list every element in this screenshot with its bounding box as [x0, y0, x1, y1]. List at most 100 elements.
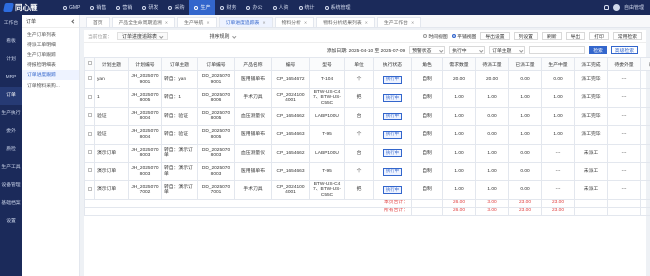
row-select-cell[interactable]	[84, 180, 95, 200]
search-input[interactable]	[529, 46, 586, 54]
column-header[interactable]: 计划编号	[128, 57, 162, 71]
subnav-item-5[interactable]: 订单物料采购...	[22, 80, 79, 90]
checkbox-icon[interactable]	[87, 76, 92, 81]
subnav-item-0[interactable]: 生产订单列表	[22, 29, 79, 39]
table-row[interactable]: 演示订单 JH_2025070 7002 转自：演示订 单 DD_2025070 70…	[84, 180, 650, 200]
checkbox-icon[interactable]	[87, 186, 92, 191]
column-header[interactable]: 已委外量	[640, 57, 650, 71]
column-header[interactable]: 执行状态	[373, 57, 412, 71]
checkbox-icon[interactable]	[87, 113, 92, 118]
search-button[interactable]: 检索	[589, 46, 607, 54]
close-icon[interactable]: ✕	[411, 20, 414, 25]
sidebar-item-10[interactable]: 基础档案	[0, 195, 22, 213]
close-icon[interactable]: ✕	[206, 20, 209, 25]
sidebar-item-11[interactable]: 设置	[0, 213, 22, 231]
table-row[interactable]: 验证 JH_2025070 8004 转自：验证 DD_2025070 8005 血压测…	[84, 106, 650, 127]
column-header[interactable]: 型号	[309, 57, 345, 71]
column-header[interactable]: 编号	[271, 57, 310, 71]
column-header[interactable]: 订单编号	[197, 57, 235, 71]
tab-2[interactable]: 生产导航 ✕	[177, 17, 217, 27]
column-header[interactable]: 订单主题	[161, 57, 198, 71]
nav-item-9[interactable]: 统计	[294, 0, 320, 15]
column-header[interactable]: 单位	[344, 57, 374, 71]
row-select-cell[interactable]	[84, 161, 95, 182]
row-select-cell[interactable]	[84, 143, 95, 163]
bell-icon[interactable]	[603, 5, 609, 10]
favorite-search-button[interactable]: 常用检索	[612, 32, 642, 40]
column-header[interactable]: 角色	[411, 57, 443, 71]
column-header[interactable]: 待委外量	[607, 57, 641, 71]
warn-status-select[interactable]: 预警状态	[409, 46, 446, 54]
exec-status-select[interactable]: 执行中	[449, 46, 486, 54]
radio-tile-view[interactable]: 平铺视图	[451, 33, 476, 40]
column-header[interactable]: 派工完成	[574, 57, 608, 71]
column-header[interactable]: 已派工量	[508, 57, 542, 71]
column-header[interactable]: 需求数量	[442, 57, 476, 71]
tab-5[interactable]: 物料分析结果列表 ✕	[316, 17, 375, 27]
nav-item-7[interactable]: 办公	[241, 0, 267, 15]
column-settings-button[interactable]: 列设置	[513, 32, 538, 40]
nav-item-8[interactable]: 人资	[268, 0, 294, 15]
advanced-search-button[interactable]: 高级检索	[610, 46, 638, 54]
subnav-header[interactable]: 订单	[22, 15, 79, 28]
view-select[interactable]: 订单进度追踪表	[117, 32, 168, 40]
sidebar-item-8[interactable]: 生产工具	[0, 159, 22, 177]
nav-item-10[interactable]: 系统管理	[320, 0, 356, 15]
order-type-select[interactable]: 订单主题	[489, 46, 526, 54]
column-header[interactable]: 计划主题	[94, 57, 129, 71]
sidebar-item-3[interactable]: MRP	[0, 69, 22, 87]
tab-0[interactable]: 首页	[86, 17, 110, 27]
checkbox-icon[interactable]	[87, 131, 92, 136]
nav-item-1[interactable]: 销售	[85, 0, 111, 15]
nav-item-5[interactable]: 生产	[189, 0, 216, 15]
refresh-button[interactable]: 刷新	[541, 32, 562, 40]
table-row[interactable]: 1 JH_2025070 8005 转自：1 DD_2025070 8006 手术刀具 C…	[84, 88, 650, 108]
checkbox-icon[interactable]	[87, 61, 92, 65]
nav-item-3[interactable]: 研发	[137, 0, 163, 15]
column-header[interactable]: 产品名称	[234, 57, 272, 71]
table-row[interactable]: 验证 JH_2025070 8004 转自：验证 DD_2025070 8005 医用铺…	[84, 125, 650, 145]
row-select-cell[interactable]	[84, 106, 95, 127]
avatar[interactable]	[612, 4, 620, 11]
subnav-item-3[interactable]: 待报检明细表	[22, 60, 79, 70]
subnav-item-2[interactable]: 生产订单跟踪	[22, 49, 79, 59]
sidebar-item-9[interactable]: 设备管理	[0, 177, 22, 195]
chevron-left-icon[interactable]	[71, 18, 76, 24]
sidebar-item-7[interactable]: 质检	[0, 141, 22, 159]
column-header[interactable]: 生产中量	[541, 57, 575, 71]
select-all-cell[interactable]	[84, 57, 95, 71]
sidebar-item-1[interactable]: 看板	[0, 33, 22, 51]
table-row[interactable]: 演示订单 JH_2025070 8003 转自：演示订 单 DD_2025070 80…	[84, 161, 650, 182]
nav-item-6[interactable]: 财务	[215, 0, 241, 15]
print-button[interactable]: 打印	[589, 32, 609, 40]
date-range[interactable]: 添加日期: 2025-04-10 至 2025-07-09	[327, 47, 405, 54]
checkbox-icon[interactable]	[87, 94, 92, 99]
tab-1[interactable]: 产品全生命周期追溯 ✕	[111, 17, 176, 27]
checkbox-icon[interactable]	[87, 150, 92, 154]
radio-time-view[interactable]: 时间视图	[422, 33, 448, 40]
export-button[interactable]: 导出	[565, 32, 586, 40]
subnav-item-1[interactable]: 待派工单明细	[22, 39, 79, 49]
close-icon[interactable]: ✕	[262, 20, 265, 25]
logo[interactable]: 同心雁	[0, 2, 50, 13]
sidebar-item-4[interactable]: 订单	[0, 87, 22, 105]
close-icon[interactable]: ✕	[165, 20, 168, 25]
nav-item-4[interactable]: 采购	[163, 0, 189, 15]
close-icon[interactable]: ✕	[365, 20, 368, 25]
row-select-cell[interactable]	[84, 88, 95, 108]
tab-4[interactable]: 物料分析 ✕	[274, 17, 315, 27]
column-header[interactable]: 待派工量	[475, 57, 509, 71]
table-row[interactable]: yan JH_2025070 9001 转自：yan DD_2025070 9001 医…	[84, 69, 650, 90]
tab-3[interactable]: 订单进度追踪表 ✕	[218, 17, 273, 27]
export-settings-button[interactable]: 导出设置	[480, 32, 510, 40]
nav-item-2[interactable]: 营销	[111, 0, 137, 15]
tab-6[interactable]: 生产工作台 ✕	[376, 17, 422, 27]
sort-rule[interactable]: 排序规则	[210, 33, 236, 40]
row-select-cell[interactable]	[84, 69, 95, 90]
sidebar-item-0[interactable]: 工作台	[0, 15, 22, 33]
sidebar-item-6[interactable]: 委外	[0, 123, 22, 141]
row-select-cell[interactable]	[84, 125, 95, 145]
close-icon[interactable]: ✕	[304, 20, 307, 25]
table-row[interactable]: 演示订单 JH_2025070 8003 转自：演示订 单 DD_2025070 80…	[84, 143, 650, 163]
sidebar-item-5[interactable]: 生产执行	[0, 105, 22, 123]
